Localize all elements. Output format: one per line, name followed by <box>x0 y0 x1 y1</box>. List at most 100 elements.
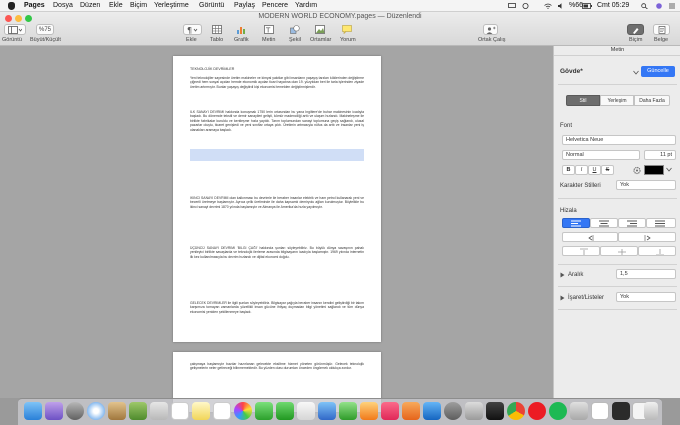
line-spacing-select[interactable]: 1,5 <box>616 269 676 279</box>
menu-goruntu[interactable]: Görüntü <box>199 0 224 12</box>
format-button[interactable] <box>627 24 644 35</box>
menu-yerlestirme[interactable]: Yerleştirme <box>154 0 189 12</box>
siri-icon[interactable] <box>655 3 663 9</box>
tab-style[interactable]: Stil <box>566 95 600 106</box>
menu-bicim[interactable]: Biçim <box>130 0 147 12</box>
menu-dosya[interactable]: Dosya <box>53 0 73 12</box>
opera-icon[interactable] <box>528 402 546 420</box>
search-icon[interactable] <box>641 3 648 9</box>
align-bottom-icon <box>656 249 664 255</box>
wifi-icon[interactable] <box>544 3 552 9</box>
align-right-button[interactable] <box>618 218 646 228</box>
table-icon[interactable] <box>212 25 222 34</box>
tab-more[interactable]: Daha Fazla <box>634 95 670 106</box>
mail-icon[interactable] <box>108 402 126 420</box>
launchpad-icon[interactable] <box>66 402 84 420</box>
decrease-indent-button[interactable] <box>562 232 618 242</box>
finder-icon[interactable] <box>24 402 42 420</box>
format-label: Biçim <box>629 37 643 43</box>
menu-paylas[interactable]: Paylaş <box>234 0 255 12</box>
menu-pencere[interactable]: Pencere <box>262 0 288 12</box>
document-canvas[interactable]: TEKNOLOJİK DEVRİMLER Yeni teknolojiler s… <box>0 46 553 412</box>
trash-icon[interactable] <box>644 402 658 420</box>
spotify-icon[interactable] <box>549 402 567 420</box>
menu-yardim[interactable]: Yardım <box>295 0 317 12</box>
shape-icon[interactable] <box>290 25 300 34</box>
preview-icon[interactable] <box>465 402 483 420</box>
align-middle-button[interactable] <box>600 246 638 256</box>
menu-app[interactable]: Pages <box>24 0 45 12</box>
character-styles-select[interactable]: Yok <box>616 180 676 190</box>
messages-icon[interactable] <box>255 402 273 420</box>
bullets-lists-select[interactable]: Yok <box>616 292 676 302</box>
bold-button[interactable]: B <box>562 165 575 175</box>
text-icon[interactable]: T <box>264 25 274 34</box>
zoom-select[interactable]: %75 <box>36 24 54 35</box>
strikethrough-button[interactable]: S <box>601 165 614 175</box>
update-style-button[interactable]: Güncelle <box>641 66 675 77</box>
document-stack-icon[interactable] <box>591 402 609 420</box>
app-store-icon[interactable] <box>423 402 441 420</box>
divider <box>558 198 677 199</box>
terminal-icon[interactable] <box>486 402 504 420</box>
calendar-icon[interactable] <box>171 402 189 420</box>
contacts-icon[interactable] <box>150 402 168 420</box>
numbers-icon[interactable] <box>339 402 357 420</box>
text-color-well[interactable] <box>644 165 664 175</box>
increase-indent-button[interactable] <box>618 232 676 242</box>
safari-icon[interactable] <box>87 402 105 420</box>
font-family-select[interactable]: Helvetica Neue <box>562 135 676 145</box>
view-button[interactable] <box>4 24 26 35</box>
paragraph-style-name[interactable]: Gövde* <box>560 68 583 75</box>
apple-icon[interactable] <box>8 2 15 10</box>
paragraph[interactable]: GELECEK DEVRİMLER ile ilgili şunları söy… <box>190 301 364 337</box>
chart-icon[interactable] <box>236 25 246 34</box>
text-options-gear-icon[interactable] <box>632 166 642 175</box>
books-icon[interactable] <box>402 402 420 420</box>
font-style-select[interactable]: Normal <box>562 150 640 160</box>
screenshot-stack-icon[interactable] <box>612 402 630 420</box>
font-size-field[interactable]: 11 pt <box>644 150 676 160</box>
align-left-button[interactable] <box>562 218 590 228</box>
align-center-button[interactable] <box>590 218 618 228</box>
clock-icon[interactable] <box>522 3 529 9</box>
paragraph[interactable]: Yeni teknolojiler sayesinde üretim makin… <box>190 76 364 106</box>
music-icon[interactable] <box>381 402 399 420</box>
media-icon[interactable] <box>315 25 325 34</box>
downloads-stack-icon[interactable] <box>570 402 588 420</box>
facetime-icon[interactable] <box>276 402 294 420</box>
align-justify-button[interactable] <box>646 218 676 228</box>
collaborate-button[interactable] <box>483 24 498 35</box>
maps-icon[interactable] <box>129 402 147 420</box>
tab-layout[interactable]: Yerleşim <box>600 95 634 106</box>
document-button[interactable] <box>653 24 670 35</box>
italic-button[interactable]: I <box>575 165 588 175</box>
chrome-icon[interactable] <box>507 402 525 420</box>
paragraph[interactable]: ÜÇÜNCÜ SANAYİ DEVRİMİ 'BİLGİ ÇAĞI' hakkı… <box>190 246 364 296</box>
comment-icon[interactable] <box>342 25 352 34</box>
paragraph[interactable]: İKİNCİ SANAYİ DEVRİMİ olan kalkınması bu… <box>190 196 364 242</box>
insert-button[interactable]: ¶ <box>183 24 202 35</box>
siri-dock-icon[interactable] <box>45 402 63 420</box>
pages-dock-icon[interactable] <box>297 402 315 420</box>
screen-mirror-icon[interactable] <box>508 3 516 9</box>
menu-ekle[interactable]: Ekle <box>109 0 123 12</box>
reminders-icon[interactable] <box>213 402 231 420</box>
chevron-down-icon[interactable] <box>633 70 639 75</box>
notes-icon[interactable] <box>192 402 210 420</box>
disclosure-triangle-icon[interactable] <box>560 272 565 278</box>
menu-duzen[interactable]: Düzen <box>80 0 100 12</box>
disclosure-triangle-icon[interactable] <box>560 295 565 301</box>
volume-icon[interactable] <box>558 3 564 9</box>
photos-icon[interactable] <box>234 402 252 420</box>
system-preferences-icon[interactable] <box>444 402 462 420</box>
align-bottom-button[interactable] <box>638 246 676 256</box>
keynote-icon[interactable] <box>318 402 336 420</box>
underline-button[interactable]: U <box>588 165 601 175</box>
notification-center-icon[interactable] <box>668 3 676 9</box>
pages-app-icon[interactable] <box>360 402 378 420</box>
color-picker-chevron-icon[interactable] <box>666 167 672 172</box>
document-page[interactable]: TEKNOLOJİK DEVRİMLER Yeni teknolojiler s… <box>173 56 381 342</box>
battery-icon[interactable] <box>582 3 592 9</box>
align-top-button[interactable] <box>562 246 600 256</box>
